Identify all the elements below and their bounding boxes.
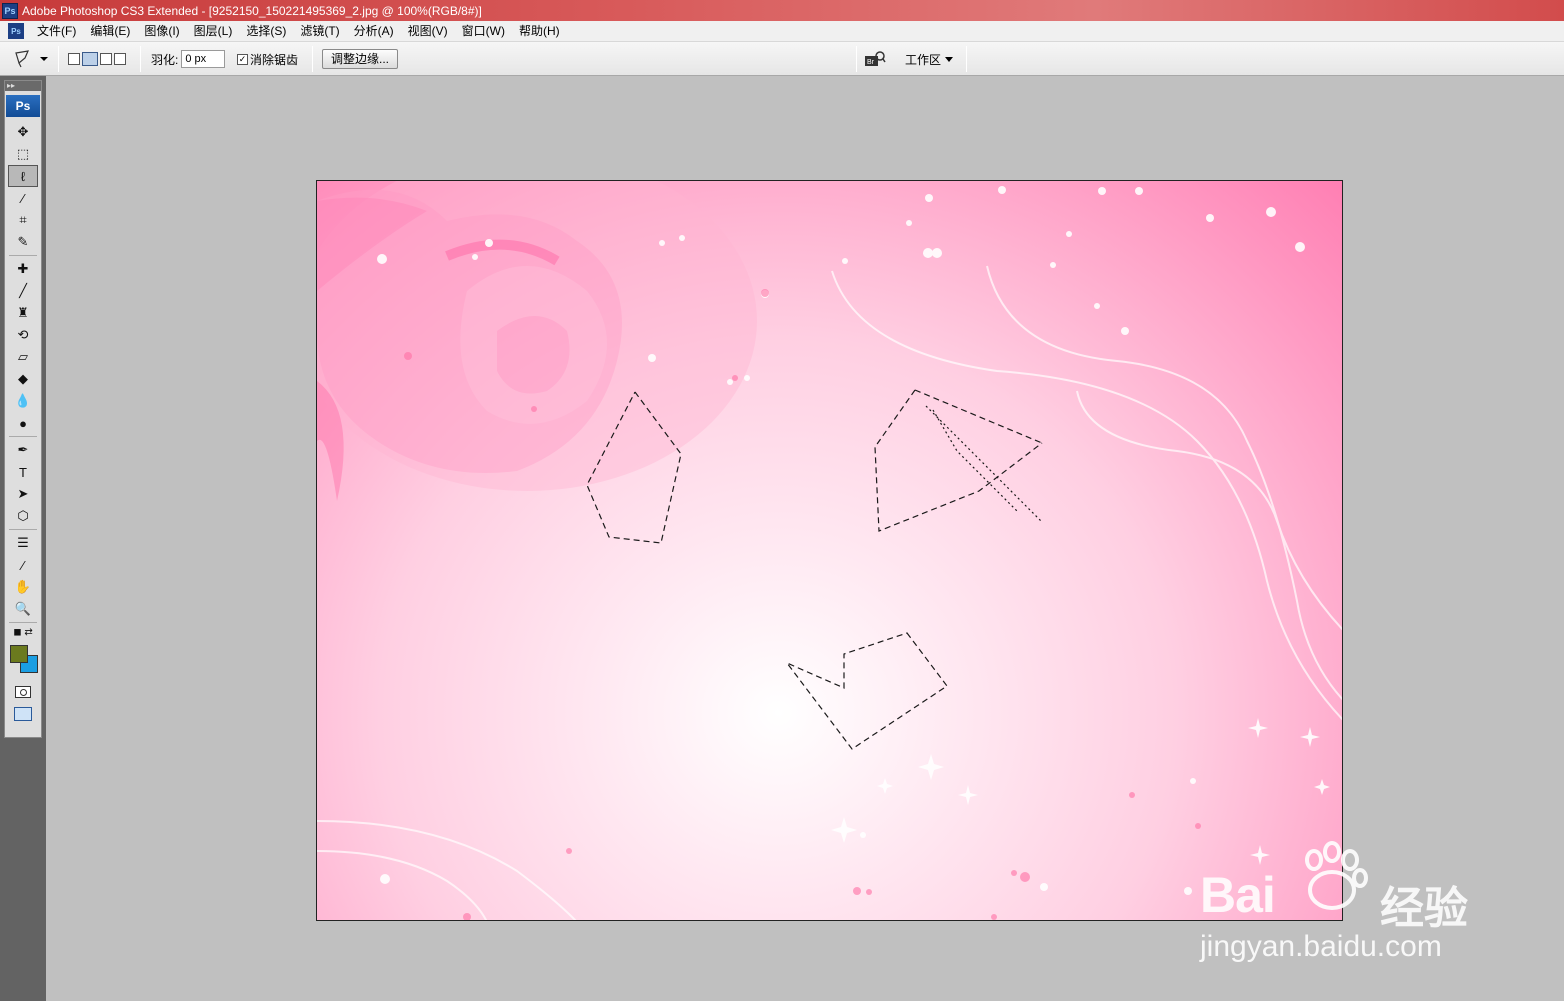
chevron-down-icon [945,56,954,62]
healing-brush-tool-icon[interactable]: ✚ [8,258,38,280]
selection-polygon-4 [785,632,948,750]
hand-tool-icon[interactable]: ✋ [8,576,38,598]
quick-mask-icon[interactable] [8,681,38,703]
magic-wand-tool-icon[interactable]: ⁄ [8,187,38,209]
add-to-selection-mode-button[interactable] [82,52,98,66]
divider [856,46,857,72]
move-tool-icon[interactable]: ✥ [8,121,38,143]
window-title: Adobe Photoshop CS3 Extended - [9252150_… [22,3,482,18]
watermark-url: jingyan.baidu.com [1200,930,1442,963]
dodge-tool-icon[interactable]: ● [8,412,38,434]
options-bar: 羽化: ✓ 消除锯齿 调整边缘... Br 工作区 [0,42,1564,76]
menu-edit[interactable]: 编辑(E) [83,21,137,42]
antialias-checkbox[interactable]: ✓ [237,53,248,65]
document-menu-icon[interactable]: Ps [8,23,24,39]
screen-mode-icon[interactable] [8,703,38,725]
divider [9,622,37,623]
selection-polygon-2 [874,389,1043,532]
tool-preset-picker[interactable] [12,42,48,76]
type-tool-icon[interactable]: T [8,461,38,483]
shape-tool-icon[interactable]: ⬡ [8,505,38,527]
eraser-tool-icon[interactable]: ▱ [8,346,38,368]
menu-select[interactable]: 选择(S) [239,21,293,42]
refine-edge-button[interactable]: 调整边缘... [322,49,399,69]
antialias-label: 消除锯齿 [250,52,299,67]
subtract-from-selection-mode-button[interactable] [100,53,112,65]
menu-filter[interactable]: 滤镜(T) [293,21,346,42]
menu-file[interactable]: 文件(F) [30,21,83,42]
workspace-label: 工作区 [905,52,942,67]
zoom-tool-icon[interactable]: 🔍 [8,598,38,620]
marquee-tool-icon[interactable]: ⬚ [8,143,38,165]
menu-view[interactable]: 视图(V) [401,21,455,42]
chevron-down-icon [40,57,48,61]
baidu-watermark: Bai 经验 jingyan.baidu.com [1200,838,1500,988]
title-bar: Ps Adobe Photoshop CS3 Extended - [92521… [0,0,1564,21]
clone-stamp-tool-icon[interactable]: ♜ [8,302,38,324]
menu-window[interactable]: 窗口(W) [455,21,512,42]
baidu-paw-icon [1305,841,1368,910]
feather-group: 羽化: [151,42,226,76]
photoshop-app-icon[interactable]: Ps [2,2,18,19]
toolbox: ▸▸ Ps ✥ ⬚ ℓ ⁄ ⌗ ✎ ✚ ╱ ♜ ⟲ ▱ ◆ 💧 ● ✒ T ➤ ⬡ ☰ ⁄ ✋ 🔍 ◼ ⇄ [4,80,42,738]
divider [9,255,37,256]
selection-mode-group [68,42,128,76]
menu-analysis[interactable]: 分析(A) [347,21,401,42]
document-canvas[interactable] [316,180,1343,921]
polygonal-lasso-icon [15,50,29,68]
color-swatches [6,643,40,677]
polygonal-lasso-tool-icon[interactable]: ℓ [8,165,38,187]
divider [9,529,37,530]
crop-tool-icon[interactable]: ⌗ [8,209,38,231]
bridge-icon: Br [865,51,886,66]
notes-tool-icon[interactable]: ☰ [8,532,38,554]
swap-colors-icon[interactable]: ◼ ⇄ [8,625,38,639]
path-selection-tool-icon[interactable]: ➤ [8,483,38,505]
slice-tool-icon[interactable]: ✎ [8,231,38,253]
menu-bar: Ps 文件(F) 编辑(E) 图像(I) 图层(L) 选择(S) 滤镜(T) 分… [0,21,1564,42]
rose-illustration [317,181,757,501]
history-brush-tool-icon[interactable]: ⟲ [8,324,38,346]
divider [9,436,37,437]
menu-help[interactable]: 帮助(H) [512,21,567,42]
watermark-cn: 经验 [1380,884,1468,933]
bridge-button[interactable]: Br [864,42,886,76]
watermark-brand: Bai [1200,867,1276,923]
svg-text:Br: Br [867,59,875,66]
divider [140,46,141,72]
feather-input[interactable] [181,50,226,68]
toolbox-collapse-grip[interactable]: ▸▸ [5,81,41,91]
menu-image[interactable]: 图像(I) [137,21,186,42]
feather-label: 羽化: [151,52,179,67]
foreground-color-swatch[interactable] [10,645,28,663]
intersect-selection-mode-button[interactable] [114,53,126,65]
tool-list: ✥ ⬚ ℓ ⁄ ⌗ ✎ ✚ ╱ ♜ ⟲ ▱ ◆ 💧 ● ✒ T ➤ ⬡ ☰ ⁄ ✋ 🔍 [5,121,41,620]
blur-tool-icon[interactable]: 💧 [8,390,38,412]
workspace-dropdown[interactable]: 工作区 [905,51,954,68]
new-selection-mode-button[interactable] [68,53,80,65]
ps-logo[interactable]: Ps [6,95,40,117]
antialias-group[interactable]: ✓ 消除锯齿 [237,42,298,76]
divider [966,46,967,72]
divider [312,46,313,72]
eyedropper-tool-icon[interactable]: ⁄ [8,554,38,576]
divider [58,46,59,72]
brush-tool-icon[interactable]: ╱ [8,280,38,302]
pen-tool-icon[interactable]: ✒ [8,439,38,461]
canvas-artwork [317,181,1342,920]
paint-bucket-tool-icon[interactable]: ◆ [8,368,38,390]
menu-layer[interactable]: 图层(L) [187,21,240,42]
